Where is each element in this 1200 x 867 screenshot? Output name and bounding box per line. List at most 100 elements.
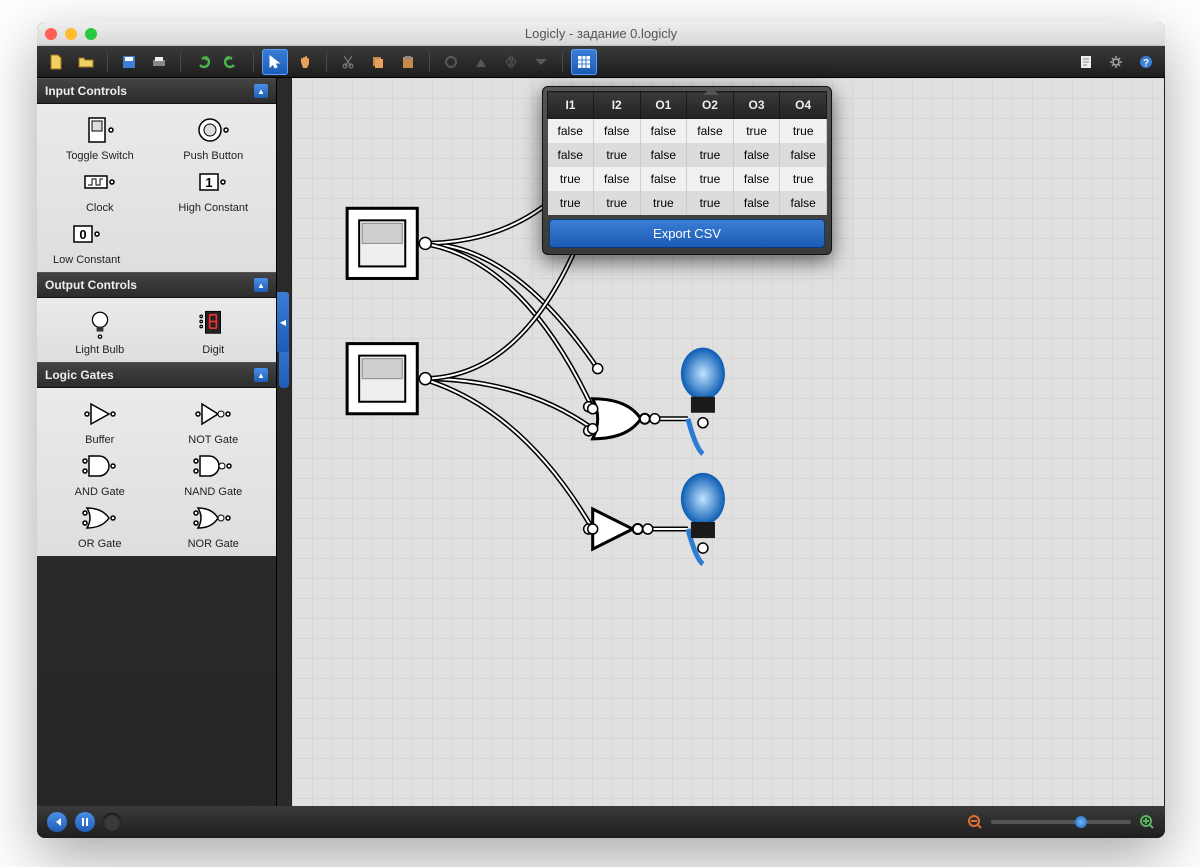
truth-cell: true — [640, 191, 687, 215]
push-button-icon — [192, 114, 234, 146]
canvas[interactable]: I1I2O1O2O3O4 falsefalsefalsefalsetruetru… — [292, 78, 1164, 806]
truth-cell: true — [687, 167, 734, 191]
flip-v-icon[interactable] — [528, 49, 554, 75]
low-constant-icon: 0 — [66, 218, 108, 250]
close-button[interactable] — [45, 28, 57, 40]
not-gate-icon — [192, 398, 234, 430]
truth-header: O3 — [733, 92, 780, 119]
palette-low-constant[interactable]: 0 Low Constant — [53, 218, 120, 266]
canvas-scrollbar[interactable] — [277, 78, 291, 806]
save-button[interactable] — [116, 49, 142, 75]
truth-cell: false — [687, 119, 734, 144]
body: Input Controls ▲ Toggle Switch Push Butt… — [37, 78, 1165, 806]
canvas-wrap: ◀ — [277, 78, 1165, 806]
or-gate-icon — [79, 502, 121, 534]
section-title: Output Controls — [45, 278, 137, 292]
section-body-logic-gates: Buffer NOT Gate AND Gate NAND Gate OR Ga… — [37, 388, 276, 556]
svg-text:0: 0 — [79, 227, 86, 242]
open-file-button[interactable] — [73, 49, 99, 75]
buffer-icon — [79, 398, 121, 430]
titlebar: Logicly - задание 0.logicly — [37, 22, 1165, 46]
truth-table-button[interactable] — [571, 49, 597, 75]
sidebar-collapse-handle[interactable]: ◀ — [277, 292, 289, 352]
truth-cell: true — [548, 167, 594, 191]
palette-high-constant[interactable]: 1 High Constant — [157, 166, 271, 214]
svg-text:1: 1 — [206, 175, 213, 190]
flip-h-icon[interactable] — [498, 49, 524, 75]
pointer-tool-button[interactable] — [262, 49, 288, 75]
help-button[interactable]: ? — [1133, 49, 1159, 75]
truth-cell: false — [548, 143, 594, 167]
truth-cell: true — [593, 143, 640, 167]
switch-1[interactable] — [347, 208, 431, 278]
truth-cell: true — [780, 167, 827, 191]
palette-and-gate[interactable]: AND Gate — [43, 450, 157, 498]
cut-button[interactable] — [335, 49, 361, 75]
restart-button[interactable] — [47, 812, 67, 832]
palette-nor-gate[interactable]: NOR Gate — [157, 502, 271, 550]
section-title: Logic Gates — [45, 368, 114, 382]
pan-tool-button[interactable] — [292, 49, 318, 75]
zoom-slider[interactable] — [991, 820, 1131, 824]
digit-icon — [192, 308, 234, 340]
zoom-controls — [967, 814, 1155, 830]
copy-button[interactable] — [365, 49, 391, 75]
truth-table-popup: I1I2O1O2O3O4 falsefalsefalsefalsetruetru… — [542, 86, 832, 255]
truth-cell: false — [640, 167, 687, 191]
palette-push-button[interactable]: Push Button — [157, 114, 271, 162]
settings-button[interactable] — [1103, 49, 1129, 75]
truth-table: I1I2O1O2O3O4 falsefalsefalsefalsetruetru… — [547, 91, 827, 215]
palette-clock[interactable]: Clock — [43, 166, 157, 214]
section-header-logic-gates[interactable]: Logic Gates ▲ — [37, 362, 276, 388]
palette-not-gate[interactable]: NOT Gate — [157, 398, 271, 446]
section-header-input-controls[interactable]: Input Controls ▲ — [37, 78, 276, 104]
truth-cell: false — [780, 191, 827, 215]
zoom-knob[interactable] — [1075, 816, 1087, 828]
palette-digit[interactable]: Digit — [157, 308, 271, 356]
sidebar: Input Controls ▲ Toggle Switch Push Butt… — [37, 78, 277, 806]
palette-nand-gate[interactable]: NAND Gate — [157, 450, 271, 498]
truth-cell: false — [640, 119, 687, 144]
truth-cell: true — [548, 191, 594, 215]
truth-cell: false — [593, 119, 640, 144]
switch-2[interactable] — [347, 344, 431, 414]
rotate-ccw-icon[interactable] — [438, 49, 464, 75]
app-window: Logicly - задание 0.logicly ? — [37, 22, 1165, 838]
light-bulb-icon — [79, 308, 121, 340]
rotate-cw-icon[interactable] — [468, 49, 494, 75]
notes-button[interactable] — [1073, 49, 1099, 75]
and-gate-icon — [79, 450, 121, 482]
zoom-out-icon[interactable] — [967, 814, 983, 830]
redo-button[interactable] — [219, 49, 245, 75]
collapse-icon: ▲ — [254, 84, 268, 98]
truth-cell: false — [593, 167, 640, 191]
palette-or-gate[interactable]: OR Gate — [43, 502, 157, 550]
paste-button[interactable] — [395, 49, 421, 75]
truth-cell: true — [780, 119, 827, 144]
print-button[interactable] — [146, 49, 172, 75]
palette-toggle-switch[interactable]: Toggle Switch — [43, 114, 157, 162]
maximize-button[interactable] — [85, 28, 97, 40]
truth-cell: true — [687, 143, 734, 167]
svg-text:?: ? — [1143, 58, 1149, 69]
zoom-in-icon[interactable] — [1139, 814, 1155, 830]
palette-buffer[interactable]: Buffer — [43, 398, 157, 446]
truth-cell: true — [687, 191, 734, 215]
undo-button[interactable] — [189, 49, 215, 75]
pause-button[interactable] — [75, 812, 95, 832]
truth-cell: false — [548, 119, 594, 144]
new-file-button[interactable] — [43, 49, 69, 75]
palette-light-bulb[interactable]: Light Bulb — [43, 308, 157, 356]
nand-gate-icon — [192, 450, 234, 482]
toolbar: ? — [37, 46, 1165, 78]
window-title: Logicly - задание 0.logicly — [37, 26, 1165, 41]
minimize-button[interactable] — [65, 28, 77, 40]
export-csv-button[interactable]: Export CSV — [549, 219, 825, 248]
bulb-1[interactable] — [681, 348, 725, 428]
collapse-icon: ▲ — [254, 278, 268, 292]
step-button[interactable] — [103, 813, 121, 831]
bulb-2[interactable] — [681, 473, 725, 553]
section-header-output-controls[interactable]: Output Controls ▲ — [37, 272, 276, 298]
truth-header: I2 — [593, 92, 640, 119]
truth-cell: false — [640, 143, 687, 167]
